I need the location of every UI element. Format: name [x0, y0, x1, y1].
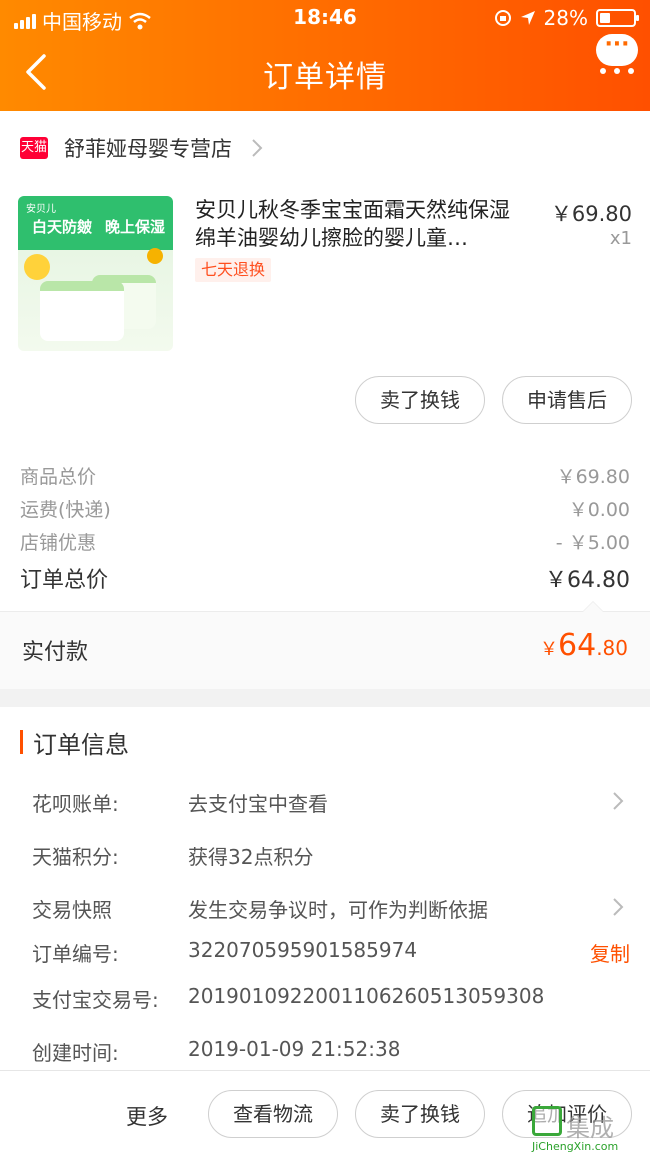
order-info-header: 订单信息	[20, 728, 129, 759]
view-logistics-button[interactable]: 查看物流	[208, 1090, 338, 1138]
tmall-logo: 天猫	[20, 137, 48, 159]
battery-percent: 28%	[543, 6, 588, 30]
order-info-title: 订单信息	[33, 730, 129, 759]
sell-for-cash-button[interactable]: 卖了换钱	[355, 1090, 485, 1138]
order-total-label: 订单总价	[20, 568, 109, 593]
more-dots-icon	[600, 68, 634, 76]
message-bubble-icon	[596, 32, 638, 66]
moon-icon	[147, 248, 163, 264]
section-accent-bar	[20, 730, 23, 754]
summary-row: 店铺优惠 - ￥5.00	[20, 532, 630, 554]
watermark-logo: 集成 JiChengXin.com	[532, 1106, 650, 1156]
store-name: 舒菲娅母婴专营店	[64, 137, 232, 161]
header-bar: 中国移动 18:46 28% 订单详情	[0, 0, 650, 111]
more-menu-button[interactable]	[594, 32, 638, 80]
location-icon	[520, 11, 535, 25]
product-image: 安贝儿 白天防皴 晚上保湿	[18, 196, 173, 351]
copy-button[interactable]: 复制	[590, 938, 630, 967]
summary-row: 运费(快递) ￥0.00	[20, 499, 630, 521]
order-total-row: 订单总价 ￥64.80	[20, 562, 630, 594]
product-item[interactable]: 安贝儿 白天防皴 晚上保湿 安贝儿秋冬季宝宝面霜天然纯保湿绵羊油婴幼儿擦脸的婴儿…	[0, 196, 650, 356]
paid-label: 实付款	[22, 640, 89, 665]
sell-for-cash-button[interactable]: 卖了换钱	[355, 376, 485, 424]
product-quantity: x1	[609, 228, 632, 249]
more-button[interactable]: 更多	[126, 1101, 168, 1131]
paid-amount: ￥64.80	[540, 628, 628, 663]
chevron-right-icon	[613, 792, 624, 810]
battery-icon	[596, 9, 639, 27]
apply-after-sale-button[interactable]: 申请售后	[502, 376, 632, 424]
order-total-value: ￥64.80	[545, 568, 630, 593]
return-policy-badge: 七天退换	[195, 258, 272, 282]
store-row[interactable]: 天猫 舒菲娅母婴专营店	[0, 124, 650, 172]
status-bar: 中国移动 18:46 28%	[0, 0, 650, 36]
product-price: ￥69.80	[550, 202, 632, 226]
paid-amount-row: 实付款 ￥64.80	[0, 611, 650, 689]
paid-pointer	[582, 601, 604, 612]
section-divider	[0, 689, 650, 707]
page-title: 订单详情	[263, 60, 387, 95]
chevron-right-icon	[613, 898, 624, 916]
rotation-lock-icon	[494, 10, 511, 26]
summary-row: 商品总价 ￥69.80	[20, 466, 630, 488]
sun-icon	[24, 254, 50, 280]
chevron-right-icon	[252, 139, 263, 157]
product-title: 安贝儿秋冬季宝宝面霜天然纯保湿绵羊油婴幼儿擦脸的婴儿童…	[195, 198, 510, 250]
